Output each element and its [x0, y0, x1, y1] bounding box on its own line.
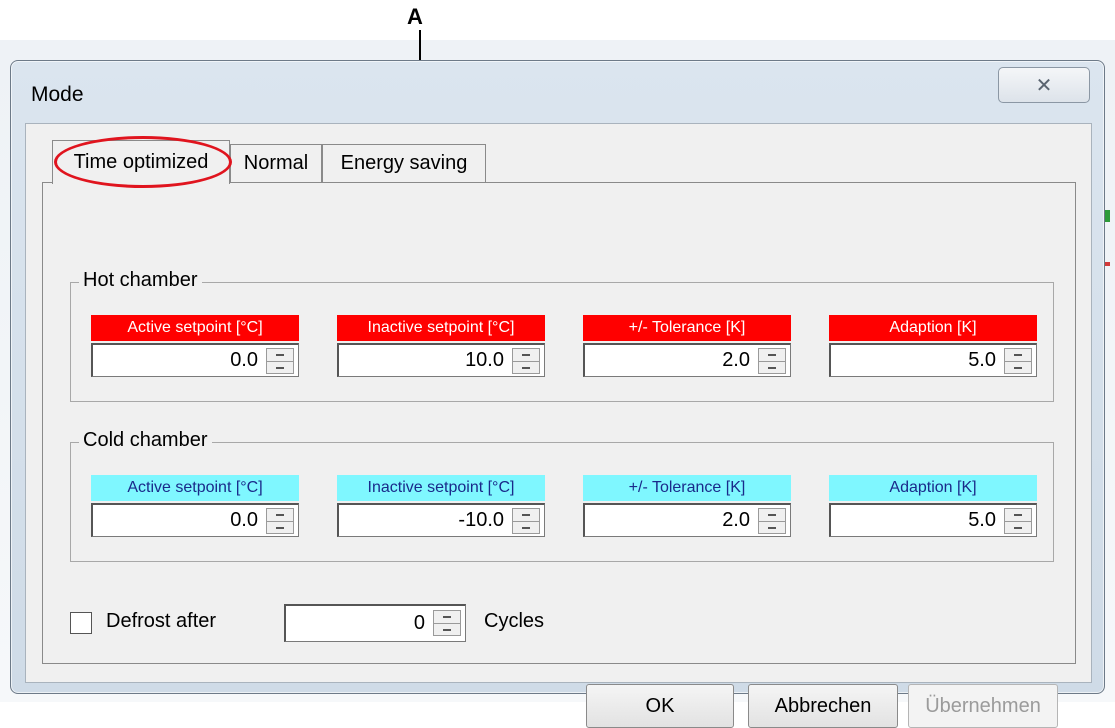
group-label: Hot chamber: [79, 269, 202, 292]
hot-active-setpoint: Active setpoint [°C] 0.0: [91, 315, 299, 377]
tab-panel: [42, 182, 1076, 664]
hot-tolerance-input[interactable]: 2.0: [583, 343, 791, 377]
spin-buttons[interactable]: [512, 348, 540, 374]
spin-down-icon[interactable]: [513, 522, 539, 534]
defrost-checkbox[interactable]: [70, 612, 92, 634]
spin-down-icon[interactable]: [267, 362, 293, 374]
spin-value: 0: [413, 612, 425, 634]
cold-chamber-group: Cold chamber Active setpoint [°C] 0.0 In…: [70, 429, 1054, 562]
cold-tolerance: +/- Tolerance [K] 2.0: [583, 475, 791, 537]
annotation-highlight-ellipse: [54, 136, 232, 188]
spin-up-icon[interactable]: [1005, 509, 1031, 522]
spin-up-icon[interactable]: [267, 349, 293, 362]
spin-up-icon[interactable]: [513, 509, 539, 522]
field-header: Active setpoint [°C]: [91, 315, 299, 341]
dialog-title: Mode: [31, 83, 84, 106]
spin-buttons[interactable]: [512, 508, 540, 534]
group-label: Cold chamber: [79, 429, 212, 452]
button-label: Abbrechen: [774, 694, 872, 717]
spin-up-icon[interactable]: [759, 509, 785, 522]
field-header: Active setpoint [°C]: [91, 475, 299, 501]
cold-adaption-input[interactable]: 5.0: [829, 503, 1037, 537]
spin-value: 0.0: [230, 509, 258, 531]
defrost-cycles-input[interactable]: 0: [284, 604, 466, 642]
spin-buttons[interactable]: [1004, 348, 1032, 374]
spin-buttons[interactable]: [266, 508, 294, 534]
button-label: OK: [645, 694, 675, 717]
cold-active-setpoint: Active setpoint [°C] 0.0: [91, 475, 299, 537]
hot-active-setpoint-input[interactable]: 0.0: [91, 343, 299, 377]
cold-adaption: Adaption [K] 5.0: [829, 475, 1037, 537]
spin-up-icon[interactable]: [513, 349, 539, 362]
ok-button[interactable]: OK: [586, 684, 734, 728]
mode-dialog: Mode ✕ Time optimized Normal Energy savi…: [10, 60, 1105, 728]
spin-down-icon[interactable]: [1005, 522, 1031, 534]
field-header: Adaption [K]: [829, 475, 1037, 501]
hot-inactive-setpoint: Inactive setpoint [°C] 10.0: [337, 315, 545, 377]
spin-value: 2.0: [722, 349, 750, 371]
cold-inactive-setpoint-input[interactable]: -10.0: [337, 503, 545, 537]
spin-up-icon[interactable]: [759, 349, 785, 362]
cycles-label: Cycles: [484, 610, 545, 632]
spin-value: 10.0: [465, 349, 504, 371]
field-header: Inactive setpoint [°C]: [337, 315, 545, 341]
spin-buttons[interactable]: [266, 348, 294, 374]
spin-up-icon[interactable]: [434, 611, 460, 624]
spin-down-icon[interactable]: [434, 624, 460, 636]
close-icon: ✕: [1035, 74, 1053, 97]
spin-buttons[interactable]: [1004, 508, 1032, 534]
close-button[interactable]: ✕: [998, 67, 1090, 103]
spin-buttons[interactable]: [758, 508, 786, 534]
tab-label: Energy saving: [340, 152, 468, 174]
spin-down-icon[interactable]: [1005, 362, 1031, 374]
spin-buttons[interactable]: [758, 348, 786, 374]
annotation-label: A: [407, 4, 423, 29]
field-header: Inactive setpoint [°C]: [337, 475, 545, 501]
spin-down-icon[interactable]: [513, 362, 539, 374]
spin-value: 0.0: [230, 349, 258, 371]
tab-label: Normal: [243, 152, 309, 174]
spin-value: 5.0: [968, 349, 996, 371]
cold-tolerance-input[interactable]: 2.0: [583, 503, 791, 537]
spin-down-icon[interactable]: [267, 522, 293, 534]
apply-button[interactable]: Übernehmen: [908, 684, 1058, 728]
hot-adaption-input[interactable]: 5.0: [829, 343, 1037, 377]
cancel-button[interactable]: Abbrechen: [748, 684, 898, 728]
cold-active-setpoint-input[interactable]: 0.0: [91, 503, 299, 537]
field-header: +/- Tolerance [K]: [583, 475, 791, 501]
hot-adaption: Adaption [K] 5.0: [829, 315, 1037, 377]
spin-down-icon[interactable]: [759, 522, 785, 534]
spin-down-icon[interactable]: [759, 362, 785, 374]
dialog-client-area: Time optimized Normal Energy saving Hot …: [25, 123, 1092, 728]
field-header: Adaption [K]: [829, 315, 1037, 341]
hot-chamber-group: Hot chamber Active setpoint [°C] 0.0 Ina…: [70, 269, 1054, 402]
tab-normal[interactable]: Normal: [230, 144, 322, 182]
hot-inactive-setpoint-input[interactable]: 10.0: [337, 343, 545, 377]
spin-value: 5.0: [968, 509, 996, 531]
spin-up-icon[interactable]: [1005, 349, 1031, 362]
field-header: +/- Tolerance [K]: [583, 315, 791, 341]
hot-tolerance: +/- Tolerance [K] 2.0: [583, 315, 791, 377]
spin-buttons[interactable]: [433, 610, 461, 636]
defrost-label: Defrost after: [106, 610, 217, 632]
spin-value: -10.0: [458, 509, 504, 531]
cold-inactive-setpoint: Inactive setpoint [°C] -10.0: [337, 475, 545, 537]
spin-value: 2.0: [722, 509, 750, 531]
spin-up-icon[interactable]: [267, 509, 293, 522]
button-label: Übernehmen: [925, 694, 1041, 717]
tab-energy-saving[interactable]: Energy saving: [322, 144, 486, 182]
